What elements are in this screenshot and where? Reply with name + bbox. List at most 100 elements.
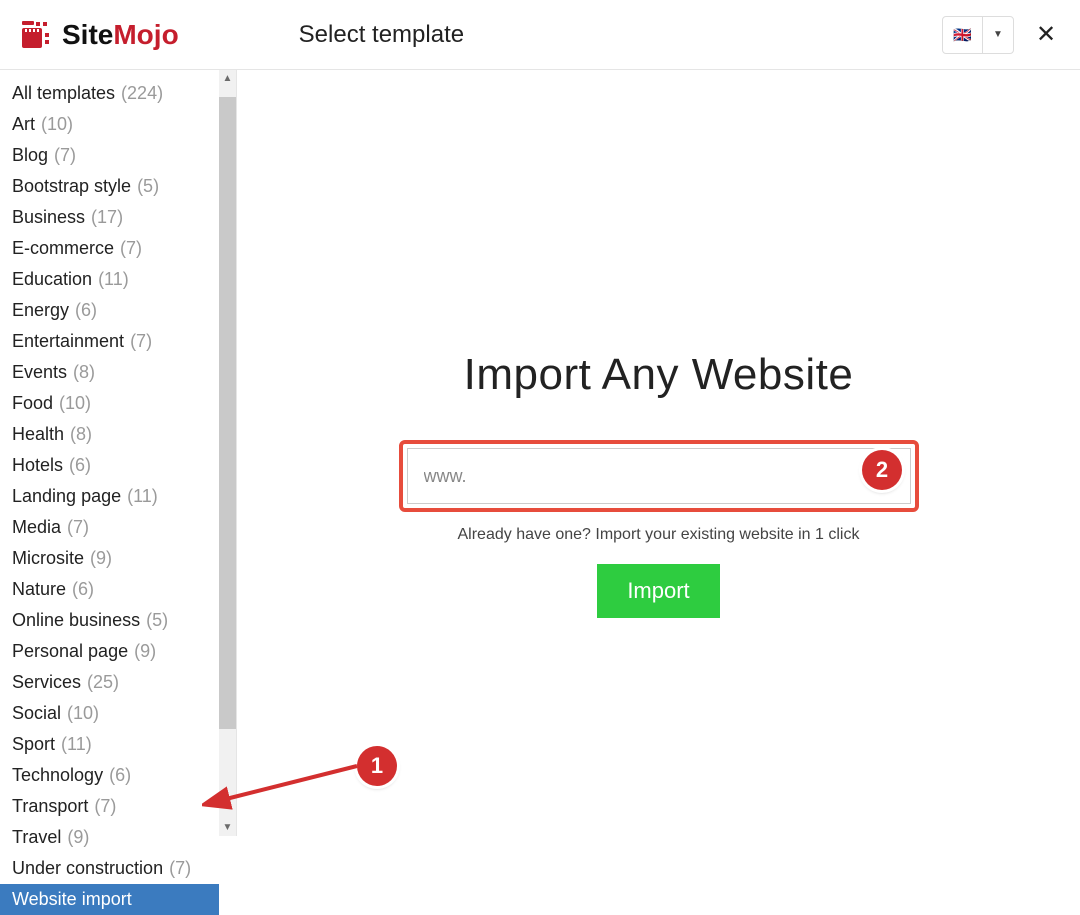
category-sidebar: All templates(224)Art(10)Blog(7)Bootstra… — [0, 70, 219, 836]
sidebar-item-health[interactable]: Health (8) — [0, 419, 219, 450]
sidebar-item-bootstrap-style[interactable]: Bootstrap style (5) — [0, 171, 219, 202]
url-input-wrap — [407, 448, 911, 504]
header-actions: 🇬🇧 ▼ ✕ — [942, 16, 1060, 54]
sidebar-item-count: (10) — [67, 700, 99, 727]
sidebar-item-count: (17) — [91, 204, 123, 231]
sidebar-item-food[interactable]: Food(10) — [0, 388, 219, 419]
sidebar-item-personal-page[interactable]: Personal page (9) — [0, 636, 219, 667]
scroll-up-button[interactable]: ▲ — [219, 70, 236, 87]
import-button[interactable]: Import — [597, 564, 719, 618]
import-heading: Import Any Website — [399, 350, 919, 400]
sidebar-item-label: Microsite — [12, 545, 84, 572]
sidebar-item-microsite[interactable]: Microsite (9) — [0, 543, 219, 574]
sidebar-item-all-templates[interactable]: All templates(224) — [0, 78, 219, 109]
sidebar-item-count: (11) — [61, 731, 92, 758]
sidebar-item-sport[interactable]: Sport(11) — [0, 729, 219, 760]
sidebar-item-count: (11) — [127, 483, 158, 510]
sidebar-item-transport[interactable]: Transport (7) — [0, 791, 219, 822]
sidebar-item-label: Social — [12, 700, 61, 727]
sidebar-item-label: Hotels — [12, 452, 63, 479]
sidebar-item-online-business[interactable]: Online business (5) — [0, 605, 219, 636]
sidebar-item-social[interactable]: Social(10) — [0, 698, 219, 729]
scroll-down-button[interactable]: ▼ — [219, 819, 236, 836]
sidebar-item-label: Nature — [12, 576, 66, 603]
sidebar-item-label: Art — [12, 111, 35, 138]
sidebar-item-label: Media — [12, 514, 61, 541]
close-icon: ✕ — [1036, 23, 1056, 47]
main-content: Import Any Website Already have one? Imp… — [237, 70, 1080, 836]
sidebar-item-label: Services — [12, 669, 81, 696]
sidebar-item-count: (6) — [109, 762, 131, 789]
sidebar-item-energy[interactable]: Energy (6) — [0, 295, 219, 326]
sidebar-item-count: (7) — [67, 514, 89, 541]
app-logo: SiteMojo — [20, 19, 179, 51]
sidebar-item-hotels[interactable]: Hotels (6) — [0, 450, 219, 481]
sidebar-item-count: (224) — [121, 80, 163, 107]
sitemojo-clapper-icon — [20, 19, 52, 51]
import-help-text: Already have one? Import your existing w… — [399, 526, 919, 544]
sidebar-item-count: (6) — [72, 576, 94, 603]
page-title: Select template — [299, 21, 464, 49]
scroll-thumb[interactable] — [219, 97, 236, 729]
sidebar-item-count: (7) — [94, 793, 116, 820]
logo-text-main: Site — [62, 19, 113, 50]
sidebar-item-events[interactable]: Events (8) — [0, 357, 219, 388]
scroll-track[interactable] — [219, 87, 236, 819]
sidebar-item-count: (10) — [41, 111, 73, 138]
sidebar-item-count: (5) — [137, 173, 159, 200]
language-select[interactable]: 🇬🇧 ▼ — [942, 16, 1014, 54]
sidebar-item-label: Events — [12, 359, 67, 386]
sidebar-item-nature[interactable]: Nature (6) — [0, 574, 219, 605]
sidebar-scrollbar[interactable]: ▲ ▼ — [219, 70, 236, 836]
sidebar-item-count: (5) — [146, 607, 168, 634]
sidebar-item-count: (8) — [73, 359, 95, 386]
sidebar-item-e-commerce[interactable]: E-commerce(7) — [0, 233, 219, 264]
sidebar-item-education[interactable]: Education(11) — [0, 264, 219, 295]
app-header: SiteMojo Select template 🇬🇧 ▼ ✕ — [0, 0, 1080, 70]
sidebar-item-label: E-commerce — [12, 235, 114, 262]
url-input-highlight — [399, 440, 919, 512]
sidebar-item-label: Website import — [12, 886, 132, 913]
sidebar-item-label: Landing page — [12, 483, 121, 510]
sidebar-item-label: Sport — [12, 731, 55, 758]
annotation-badge-1: 1 — [357, 746, 397, 786]
sidebar-item-label: Bootstrap style — [12, 173, 131, 200]
sidebar-item-art[interactable]: Art (10) — [0, 109, 219, 140]
sidebar-item-technology[interactable]: Technology(6) — [0, 760, 219, 791]
sidebar-item-label: Personal page — [12, 638, 128, 665]
sidebar-item-label: Blog — [12, 142, 48, 169]
sidebar-item-website-import[interactable]: Website import — [0, 884, 219, 915]
sidebar-item-count: (10) — [59, 390, 91, 417]
sidebar-item-label: Transport — [12, 793, 88, 820]
sidebar-item-landing-page[interactable]: Landing page(11) — [0, 481, 219, 512]
sidebar-item-label: Entertainment — [12, 328, 124, 355]
app-body: All templates(224)Art(10)Blog(7)Bootstra… — [0, 70, 1080, 836]
sidebar-item-media[interactable]: Media (7) — [0, 512, 219, 543]
close-button[interactable]: ✕ — [1032, 21, 1060, 49]
sidebar-item-label: All templates — [12, 80, 115, 107]
sidebar-item-label: Energy — [12, 297, 69, 324]
sidebar-item-label: Travel — [12, 824, 61, 851]
sidebar-item-services[interactable]: Services(25) — [0, 667, 219, 698]
sidebar-item-count: (9) — [134, 638, 156, 665]
sidebar-item-count: (7) — [130, 328, 152, 355]
sidebar-item-count: (6) — [75, 297, 97, 324]
sidebar-item-label: Online business — [12, 607, 140, 634]
sidebar-item-count: (8) — [70, 421, 92, 448]
sidebar-item-count: (9) — [67, 824, 89, 851]
sidebar-item-under-construction[interactable]: Under construction(7) — [0, 853, 219, 884]
chevron-down-icon: ▼ — [983, 17, 1013, 53]
website-url-input[interactable] — [422, 465, 896, 488]
sidebar-item-count: (6) — [69, 452, 91, 479]
sidebar-item-count: (11) — [98, 266, 129, 293]
sidebar-item-travel[interactable]: Travel (9) — [0, 822, 219, 853]
sidebar-item-business[interactable]: Business(17) — [0, 202, 219, 233]
sidebar-item-blog[interactable]: Blog(7) — [0, 140, 219, 171]
sidebar-item-label: Food — [12, 390, 53, 417]
sidebar-item-entertainment[interactable]: Entertainment (7) — [0, 326, 219, 357]
sidebar-item-count: (9) — [90, 545, 112, 572]
sidebar-item-label: Health — [12, 421, 64, 448]
sidebar-item-count: (7) — [169, 855, 191, 882]
sidebar-item-count: (25) — [87, 669, 119, 696]
sidebar-item-label: Business — [12, 204, 85, 231]
